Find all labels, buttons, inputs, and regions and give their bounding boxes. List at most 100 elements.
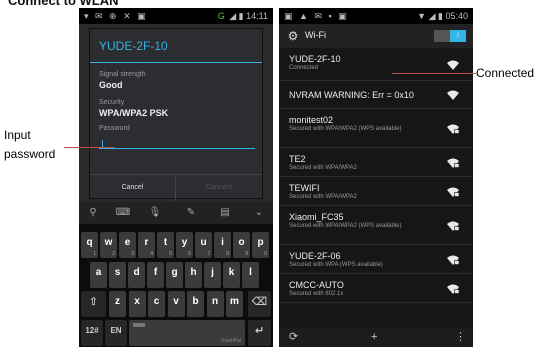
dialog-title: YUDE-2F-10 [99, 39, 168, 53]
key-number: 6 [188, 251, 191, 257]
key-u[interactable]: u7 [195, 232, 212, 258]
wifi-network-item[interactable]: Xiaomi_FC35 Secured with WPA/WPA2 (WPS av… [279, 206, 473, 245]
phone-password-screen: ▾ ✉ ⊕ ✕ ▣ G ◢ ▮ 14:11 YUDE-2F-10 Signal … [79, 8, 273, 347]
key-w[interactable]: w2 [100, 232, 117, 258]
wifi-icon [447, 60, 459, 70]
status-right: G ◢ ▮ 14:11 [218, 8, 268, 24]
key-b[interactable]: b [187, 291, 204, 317]
annotation-line-password [64, 147, 114, 148]
keyboard-tool-icon[interactable]: ⚲ [85, 205, 101, 221]
key-number: 9 [245, 251, 248, 257]
add-network-icon[interactable]: + [371, 330, 377, 345]
key-number: 2 [112, 251, 115, 257]
chevron-down-icon[interactable]: ⌄ [251, 205, 267, 221]
wifi-network-item[interactable]: CMCC-AUTO Secured with 802.1x [279, 274, 473, 303]
battery-icon: ▮ [238, 11, 244, 21]
network-status: Secured with WPA/WPA2 (WPS available) [289, 126, 402, 132]
password-label: Password [99, 125, 130, 132]
key-letter: p [257, 237, 264, 248]
status-bar: ▣ ▲ ✉ ▪ ▣ ▼ ◢ ▮ 05:40 [279, 8, 473, 24]
key-letter: r [144, 237, 149, 248]
key-letter: e [124, 237, 131, 248]
toggle-knob: I [450, 30, 466, 42]
page-heading: Connect to WLAN [8, 0, 119, 8]
key-z[interactable]: z [109, 291, 126, 317]
wifi-status-icon: ▼ [417, 11, 427, 21]
wifi-toggle[interactable]: I [434, 30, 466, 42]
signal-icon: ◢ [229, 11, 237, 21]
microphone-icon[interactable]: 🎙 [147, 205, 163, 221]
key-m[interactable]: m [226, 291, 243, 317]
wifi-network-item[interactable]: TE2 Secured with WPA/WPA2 [279, 148, 473, 177]
notification-icons: ▣ ▲ ✉ ▪ ▣ [284, 11, 349, 21]
network-status: Secured with WPA/WPA2 (WPS available) [289, 223, 402, 229]
key-s[interactable]: s [109, 262, 126, 288]
bottom-bar: ⟳ + ⋮ [279, 328, 473, 347]
key-number: 1 [93, 251, 96, 257]
wifi-lock-icon [447, 221, 459, 231]
key-number: 8 [226, 251, 229, 257]
key-r[interactable]: r4 [138, 232, 155, 258]
key-x[interactable]: x [128, 291, 146, 317]
scan-icon[interactable]: ⟳ [289, 330, 298, 345]
key-number: 4 [150, 251, 153, 257]
backspace-key[interactable]: ⌫ [248, 291, 271, 317]
key-n[interactable]: n [206, 291, 224, 317]
password-input[interactable] [99, 148, 255, 149]
key-letter: u [200, 237, 207, 248]
network-status: Secured with WPA (WPS available) [289, 262, 383, 268]
security-label: Security [99, 99, 125, 106]
wifi-network-item[interactable]: monitest02 Secured with WPA/WPA2 (WPS ava… [279, 109, 473, 148]
key-e[interactable]: e3 [119, 232, 136, 258]
key-c[interactable]: c [148, 291, 165, 317]
key-letter: o [238, 237, 245, 248]
network-status: Secured with 802.1x [289, 291, 344, 297]
wifi-icon [447, 90, 459, 100]
key-f[interactable]: f [147, 262, 164, 288]
key-y[interactable]: y6 [176, 232, 193, 258]
annotation-input: Input [4, 128, 31, 142]
wifi-network-item[interactable]: NVRAM WARNING: Err = 0x10 [279, 81, 473, 109]
key-q[interactable]: q1 [81, 232, 98, 258]
key-t[interactable]: t5 [157, 232, 174, 258]
key-l[interactable]: l [242, 262, 259, 288]
shift-key[interactable]: ⇧ [81, 291, 106, 317]
wifi-network-item[interactable]: YUDE-2F-06 Secured with WPA (WPS availabl… [279, 245, 473, 274]
keyboard-layout-icon[interactable]: ⌨ [115, 205, 131, 221]
key-j[interactable]: j [204, 262, 221, 288]
key-g[interactable]: g [166, 262, 183, 288]
key-letter: t [163, 237, 168, 248]
clock: 05:40 [445, 11, 468, 21]
keyboard-toolbar: ⚲ ⌨ 🎙 ✎ ▤ ⌄ [79, 202, 273, 224]
wifi-network-item[interactable]: TEWIFI Secured with WPA/WPA2 [279, 177, 473, 206]
key-a[interactable]: a [90, 262, 107, 288]
key-letter: y [181, 237, 188, 248]
battery-icon: ▮ [438, 11, 443, 21]
network-name: NVRAM WARNING: Err = 0x10 [289, 90, 414, 100]
key-d[interactable]: d [128, 262, 145, 288]
symbols-key[interactable]: 12# [81, 320, 103, 346]
annotation-connected: Connected [476, 66, 535, 80]
network-name: YUDE-2F-06 [289, 251, 341, 261]
key-p[interactable]: p0 [252, 232, 269, 258]
clipboard-icon[interactable]: ▤ [217, 205, 233, 221]
space-key[interactable]: TouchPal [129, 320, 245, 346]
key-k[interactable]: k [223, 262, 240, 288]
wifi-lock-icon [447, 284, 459, 294]
wifi-network-item[interactable]: YUDE-2F-10 Connected [279, 48, 473, 81]
clock: 14:11 [246, 11, 268, 21]
wifi-lock-icon [447, 187, 459, 197]
network-name: CMCC-AUTO [289, 280, 344, 290]
menu-icon[interactable]: ⋮ [455, 330, 466, 345]
handwriting-icon[interactable]: ✎ [183, 205, 199, 221]
key-o[interactable]: o9 [233, 232, 250, 258]
network-status: Secured with WPA/WPA2 [289, 165, 357, 171]
enter-key[interactable]: ↵ [248, 320, 271, 346]
key-number: 3 [131, 251, 134, 257]
key-h[interactable]: h [185, 262, 202, 288]
key-i[interactable]: i8 [214, 232, 231, 258]
key-v[interactable]: v [167, 291, 185, 317]
connect-button[interactable]: Connect [176, 175, 262, 201]
language-key[interactable]: EN [105, 320, 127, 346]
cancel-button[interactable]: Cancel [90, 175, 176, 201]
